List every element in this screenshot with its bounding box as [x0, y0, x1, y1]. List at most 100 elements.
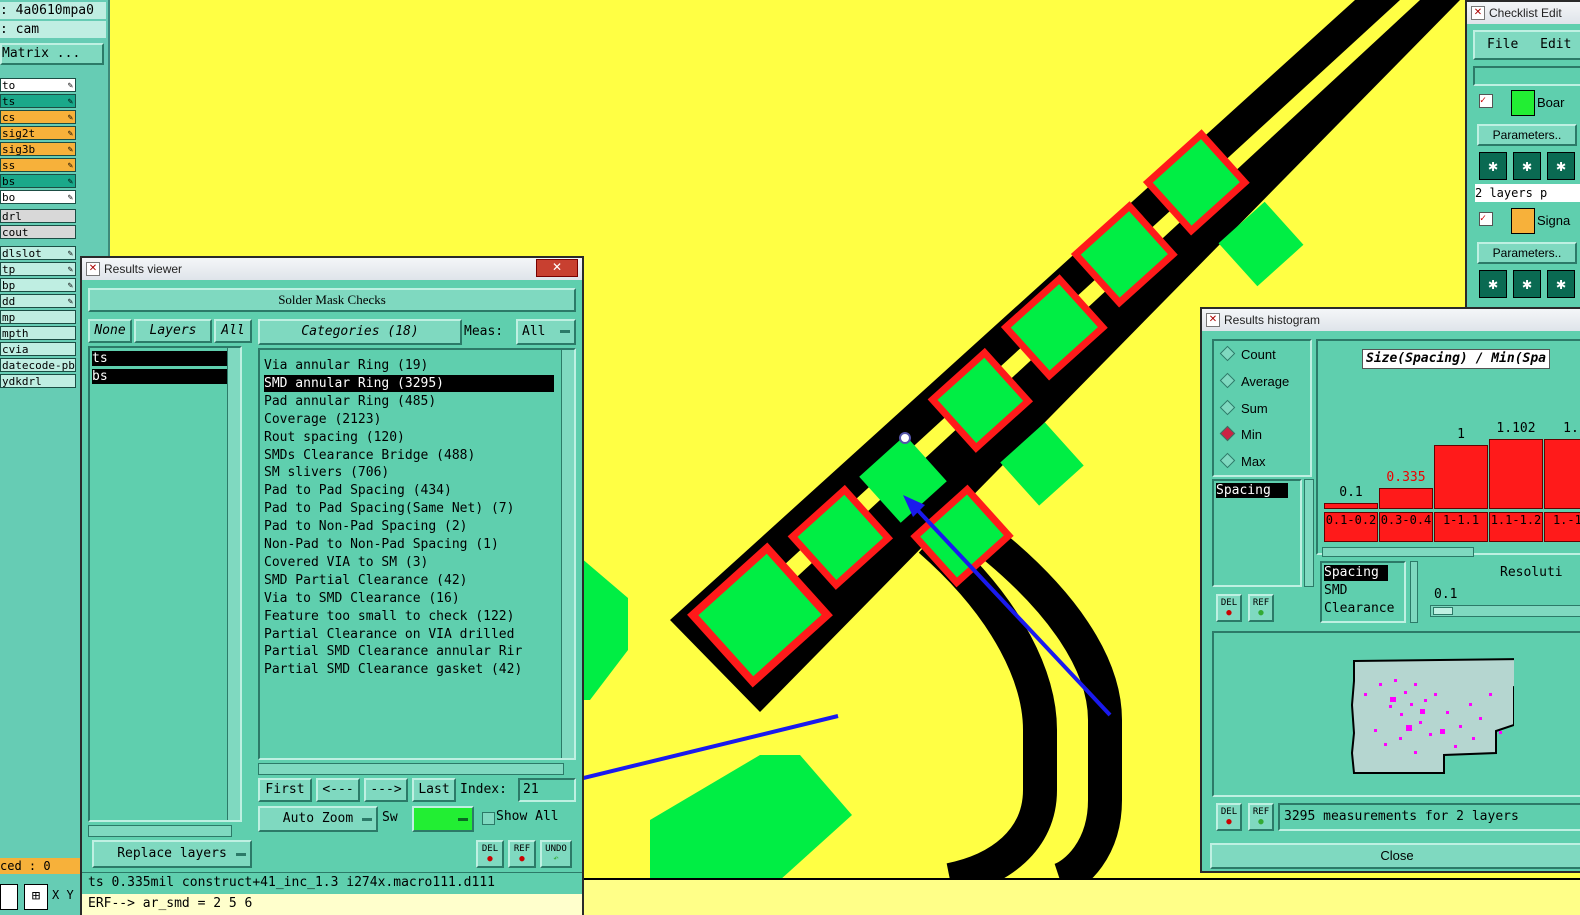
sidebar-layer-bs[interactable]: bs ✎: [0, 174, 76, 188]
pencil-icon[interactable]: ✎: [68, 95, 73, 107]
sidebar-layer-ss[interactable]: ss ✎: [0, 158, 76, 172]
sidebar-layer-sig2t[interactable]: sig2t ✎: [0, 126, 76, 140]
sidebar-layer-bo[interactable]: bo ✎: [0, 190, 76, 204]
del-icon[interactable]: DEL ●: [1216, 803, 1242, 831]
histogram-titlebar[interactable]: ✕ Results histogram: [1202, 309, 1580, 331]
item-checkbox[interactable]: ✓: [1479, 94, 1493, 108]
checklist-titlebar[interactable]: ✕ Checklist Edit: [1467, 2, 1580, 24]
pencil-icon[interactable]: ✎: [68, 111, 73, 123]
pencil-icon[interactable]: ✎: [68, 279, 73, 291]
pencil-icon[interactable]: ✎: [68, 159, 73, 171]
resolution-slider[interactable]: [1430, 605, 1580, 617]
run-icon[interactable]: ✱: [1479, 270, 1507, 298]
category-item[interactable]: SMD annular Ring (3295): [264, 374, 554, 392]
layers-scrollbar[interactable]: [227, 348, 240, 820]
layer-list-item[interactable]: bs: [92, 369, 232, 384]
layers-all-tab[interactable]: All: [214, 319, 252, 343]
board-thumbnail[interactable]: [1212, 631, 1580, 797]
category-item[interactable]: SMD: [1324, 583, 1347, 598]
categories-scrollbar[interactable]: [561, 350, 574, 758]
category-item[interactable]: Via annular Ring (19): [264, 357, 428, 374]
run-icon[interactable]: ✱: [1513, 270, 1541, 298]
pencil-icon[interactable]: ✎: [68, 295, 73, 307]
item-checkbox[interactable]: ✓: [1479, 212, 1493, 226]
category-item[interactable]: Pad to Pad Spacing (434): [264, 482, 452, 499]
run-icon[interactable]: ✱: [1513, 152, 1541, 180]
category-listbox[interactable]: Spacing SMD Clearance: [1320, 561, 1406, 623]
sidebar-layer-ydkdrl[interactable]: ydkdrl: [0, 374, 76, 388]
option-sum[interactable]: Sum: [1219, 399, 1268, 417]
parameters-button[interactable]: Parameters..: [1477, 242, 1577, 264]
run-icon[interactable]: ✱: [1547, 270, 1575, 298]
chart-hscrollbar[interactable]: [1322, 547, 1474, 557]
histogram-bar[interactable]: [1434, 445, 1488, 509]
sidebar-layer-to[interactable]: to ✎: [0, 78, 76, 92]
sidebar-layer-mp[interactable]: mp: [0, 310, 76, 324]
layers-none-tab[interactable]: None: [88, 319, 132, 343]
sidebar-layer-drl[interactable]: drl: [0, 209, 76, 223]
pencil-icon[interactable]: ✎: [68, 263, 73, 275]
histogram-bar[interactable]: [1324, 502, 1378, 509]
del-icon[interactable]: DEL ●: [476, 840, 504, 868]
option-min[interactable]: Min: [1219, 425, 1262, 443]
sidebar-layer-sig3b[interactable]: sig3b ✎: [0, 142, 76, 156]
category-item[interactable]: Coverage (2123): [264, 411, 381, 428]
histogram-bar[interactable]: [1544, 439, 1580, 509]
layers-tab[interactable]: Layers: [134, 319, 212, 343]
item-label[interactable]: Signa: [1537, 213, 1570, 228]
pencil-icon[interactable]: ✎: [68, 127, 73, 139]
pencil-icon[interactable]: ✎: [68, 247, 73, 259]
sidebar-layer-dlslot[interactable]: dlslot ✎: [0, 246, 76, 260]
layers-hscrollbar[interactable]: [88, 825, 232, 837]
pencil-icon[interactable]: ✎: [68, 143, 73, 155]
sidebar-layer-cvia[interactable]: cvia: [0, 342, 76, 356]
layers-listbox[interactable]: ts bs: [88, 346, 242, 822]
sidebar-layer-tp[interactable]: tp ✎: [0, 262, 76, 276]
sidebar-layer-bp[interactable]: bp ✎: [0, 278, 76, 292]
item-label[interactable]: Boar: [1537, 95, 1564, 110]
option-count[interactable]: Count: [1219, 345, 1276, 363]
histogram-bar[interactable]: [1489, 439, 1543, 509]
index-field[interactable]: 21: [518, 778, 576, 802]
ref-icon[interactable]: REF ●: [1248, 803, 1274, 831]
sidebar-layer-mpth[interactable]: mpth: [0, 326, 76, 340]
close-icon[interactable]: ✕: [536, 259, 578, 277]
ref-icon[interactable]: REF ●: [508, 840, 536, 868]
category-item[interactable]: Via to SMD Clearance (16): [264, 590, 460, 607]
categories-hscrollbar[interactable]: [258, 763, 564, 775]
first-button[interactable]: First: [258, 778, 312, 802]
category-item[interactable]: Feature too small to check (122): [264, 608, 514, 625]
category-item[interactable]: Spacing: [1324, 565, 1388, 581]
measure-scrollbar[interactable]: [1304, 479, 1314, 587]
sidebar-layer-cs[interactable]: cs ✎: [0, 110, 76, 124]
last-button[interactable]: Last: [412, 778, 456, 802]
measure-item[interactable]: Spacing: [1216, 483, 1288, 498]
show-dropdown[interactable]: [412, 806, 474, 832]
sidebar-layer-datecode-pbo[interactable]: datecode-pbo: [0, 358, 76, 372]
option-max[interactable]: Max: [1219, 452, 1266, 470]
category-item[interactable]: Partial SMD Clearance annular Rir: [264, 643, 522, 660]
undo-icon[interactable]: UNDO ↶: [540, 840, 572, 868]
close-button[interactable]: Close: [1210, 843, 1580, 869]
show-all-checkbox[interactable]: [482, 812, 495, 825]
category-item[interactable]: Clearance: [1324, 601, 1394, 616]
tool-icon[interactable]: [0, 884, 18, 910]
menu-file[interactable]: File: [1487, 37, 1518, 52]
sidebar-layer-dd[interactable]: dd ✎: [0, 294, 76, 308]
slider-handle[interactable]: [1433, 607, 1453, 615]
auto-zoom-button[interactable]: Auto Zoom: [258, 806, 378, 832]
menu-edit[interactable]: Edit: [1540, 37, 1571, 52]
grid-icon[interactable]: ⊞: [24, 884, 48, 910]
category-item[interactable]: Non-Pad to Non-Pad Spacing (1): [264, 536, 499, 553]
command-line[interactable]: ERF--> ar_smd = 2 5 6: [82, 894, 582, 915]
layer-list-item[interactable]: ts: [92, 351, 232, 366]
matrix-button[interactable]: Matrix ...: [0, 43, 104, 65]
category-item[interactable]: Pad to Non-Pad Spacing (2): [264, 518, 468, 535]
category-item[interactable]: Pad to Pad Spacing(Same Net) (7): [264, 500, 514, 517]
pencil-icon[interactable]: ✎: [68, 191, 73, 203]
category-item[interactable]: Covered VIA to SM (3): [264, 554, 428, 571]
sidebar-layer-ts[interactable]: ts ✎: [0, 94, 76, 108]
sidebar-layer-cout[interactable]: cout: [0, 225, 76, 239]
category-item[interactable]: SM slivers (706): [264, 464, 389, 481]
ref-icon[interactable]: REF ●: [1248, 594, 1274, 622]
